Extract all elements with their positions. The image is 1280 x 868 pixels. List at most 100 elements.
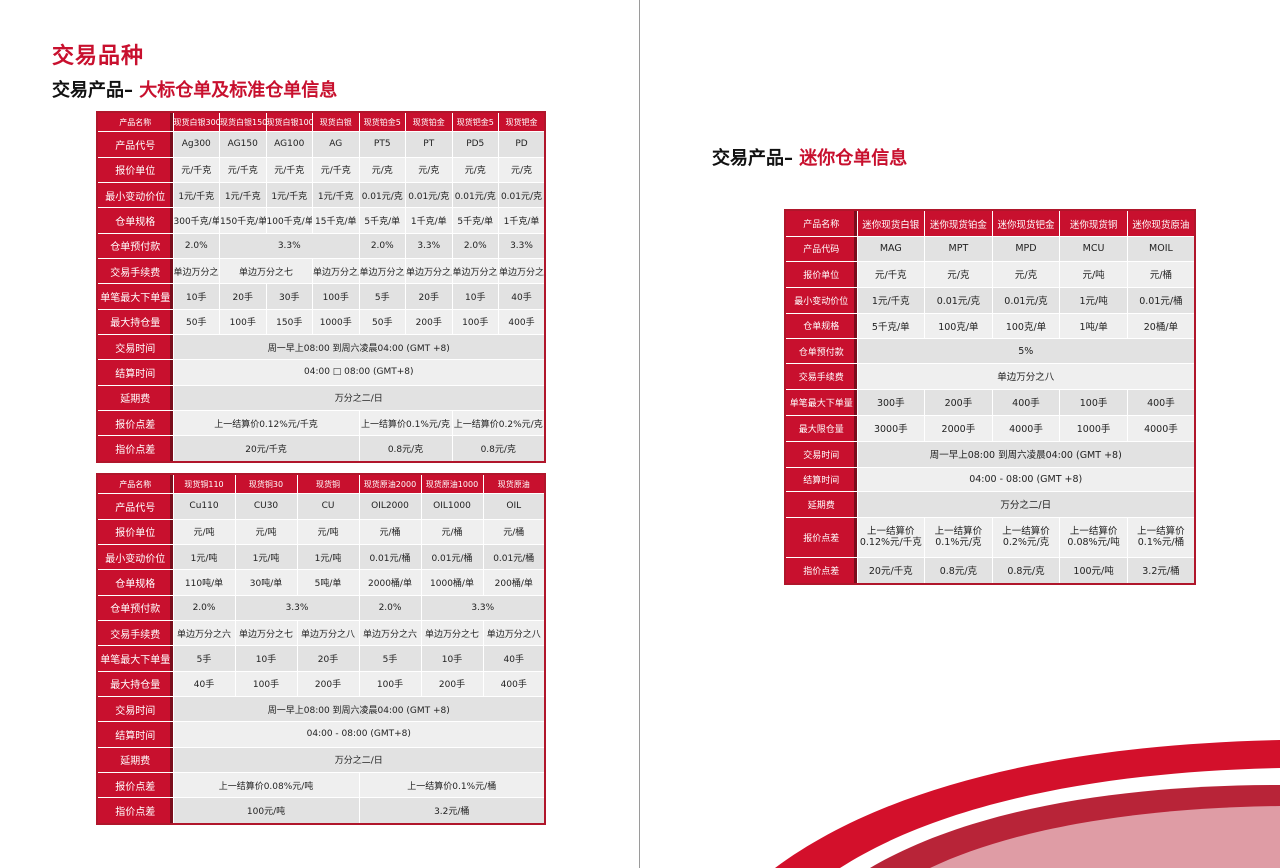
page-divider <box>639 0 640 868</box>
table-cell: 元/克 <box>451 156 499 183</box>
table-cell: AG150 <box>219 131 267 158</box>
table-row: 单笔最大下单量 10手 20手 30手 100手 5手 20手 10手 40手 <box>96 283 546 310</box>
row-label: 产品代号 <box>96 131 174 158</box>
table-cell: 0.01元/克 <box>991 286 1061 314</box>
row-label: 报价单位 <box>784 260 858 288</box>
table-cell: 400手 <box>498 308 546 335</box>
row-label: 延期费 <box>784 490 858 518</box>
table-cell: 0.01元/桶 <box>1126 286 1196 314</box>
row-label: 报价单位 <box>96 156 174 183</box>
table-cell: 2.0% <box>358 232 406 259</box>
table-cell: 3.3% <box>405 232 453 259</box>
table-cell: OIL1000 <box>420 493 484 520</box>
table-cell: 1元/千克 <box>172 181 220 209</box>
table-cell: 万分之二/日 <box>172 384 546 411</box>
table-cell: 周一早上08:00 到周六凌晨04:00 (GMT +8) <box>172 695 546 723</box>
table-cell: 150千克/单 <box>219 207 267 234</box>
table-cell: 2000手 <box>924 414 993 442</box>
table-row: 指价点差 20元/千克 0.8元/克 0.8元/克 <box>96 435 546 463</box>
table-cell: 04:00 □ 08:00 (GMT+8) <box>172 359 546 386</box>
table-cell: 400手 <box>991 388 1061 416</box>
row-label: 报价点差 <box>96 771 174 799</box>
table-cell: 0.01元/桶 <box>358 543 422 571</box>
row-label: 结算时间 <box>96 359 174 386</box>
table-cell: 10手 <box>420 645 484 672</box>
table-cell: 元/千克 <box>856 260 926 288</box>
table-cell: 上一结算价0.12%元/千克 <box>172 409 360 437</box>
table-cell: 单边万分之八 <box>498 257 546 285</box>
table-cell: 元/克 <box>498 156 546 183</box>
table-cell: 1千克/单 <box>498 207 546 234</box>
table-cell: 现货铜30 <box>234 473 298 495</box>
table-cell: 0.8元/克 <box>991 556 1061 585</box>
table-row: 报价单位 元/千克 元/克 元/克 元/吨 元/桶 <box>784 260 1196 288</box>
table-row: 最大持仓量 50手 100手 150手 1000手 50手 200手 100手 400手 <box>96 308 546 335</box>
table-cell: 现货原油 <box>482 473 546 495</box>
table-row: 延期费 万分之二/日 <box>784 490 1196 518</box>
table-row: 指价点差 100元/吨 3.2元/桶 <box>96 797 546 825</box>
table-cell: 单边万分之七 <box>234 619 298 647</box>
table-cell: 1000手 <box>312 308 360 335</box>
table-cell: 300手 <box>856 388 926 416</box>
table-cell: 04:00 - 08:00 (GMT +8) <box>856 466 1196 492</box>
row-label: 最小变动价位 <box>96 543 174 571</box>
table-cell: MPT <box>924 236 993 262</box>
row-label: 交易时间 <box>96 695 174 723</box>
table-row: 产品代号 Cu110 CU30 CU OIL2000 OIL1000 OIL <box>96 493 546 520</box>
table-cell: CU30 <box>234 493 298 520</box>
table-cell: 元/桶 <box>1126 260 1196 288</box>
table-cell: 现货铂金 <box>405 111 453 133</box>
table-cell: 现货原油1000 <box>420 473 484 495</box>
row-label: 结算时间 <box>784 466 858 492</box>
table-cell: 3000手 <box>856 414 926 442</box>
table-cell: 上一结算价 0.1%元/克 <box>924 516 993 558</box>
table-cell: 3.3% <box>420 594 546 621</box>
table-cell: 迷你现货原油 <box>1126 209 1196 238</box>
table-cell: 元/吨 <box>234 518 298 545</box>
table-cell: 周一早上08:00 到周六凌晨04:00 (GMT +8) <box>172 333 546 361</box>
table-cell: 100克/单 <box>924 312 993 340</box>
table-row: 最大限仓量 3000手 2000手 4000手 1000手 4000手 <box>784 414 1196 442</box>
table-cell: 迷你现货铂金 <box>924 209 993 238</box>
table-row: 产品名称 现货白银300 现货白银150 现货白银100 现货白银 现货铂金5 现货铂金 现货… <box>96 111 546 133</box>
table-cell: 20元/千克 <box>856 556 926 585</box>
table-row: 交易时间 周一早上08:00 到周六凌晨04:00 (GMT +8) <box>784 440 1196 468</box>
table-cell: 10手 <box>172 283 220 310</box>
table-row: 交易手续费 单边万分之八 <box>784 362 1196 390</box>
row-label: 延期费 <box>96 746 174 773</box>
table-row: 仓单规格 110吨/单 30吨/单 5吨/单 2000桶/单 1000桶/单 200桶/单 <box>96 569 546 596</box>
table-cell: 5千克/单 <box>856 312 926 340</box>
left-subtitle-prefix: 交易产品– <box>52 80 140 101</box>
table-cell: 现货铜 <box>296 473 360 495</box>
table-cell: 单边万分之七 <box>219 257 313 285</box>
table-row: 交易手续费 单边万分之六 单边万分之七 单边万分之八 单边万分之六 单边万分之七 单边万分之… <box>96 619 546 647</box>
row-label: 交易时间 <box>96 333 174 361</box>
table-cell: 上一结算价 0.08%元/吨 <box>1059 516 1128 558</box>
table-cell: AG <box>312 131 360 158</box>
table-row: 产品代码 MAG MPT MPD MCU MOIL <box>784 236 1196 262</box>
table-row: 结算时间 04:00 - 08:00 (GMT +8) <box>784 466 1196 492</box>
table-row: 延期费 万分之二/日 <box>96 384 546 411</box>
row-label: 仓单预付款 <box>96 594 174 621</box>
table-row: 指价点差 20元/千克 0.8元/克 0.8元/克 100元/吨 3.2元/桶 <box>784 556 1196 585</box>
table-cell: 5吨/单 <box>296 569 360 596</box>
table-cell: 100手 <box>1059 388 1128 416</box>
table-cell: 元/克 <box>405 156 453 183</box>
table-cell: 单边万分之六 <box>172 619 236 647</box>
table-cell: 2.0% <box>451 232 499 259</box>
table-cell: 20元/千克 <box>172 435 360 463</box>
table-cell: 0.8元/克 <box>451 435 546 463</box>
table-cell: 2000桶/单 <box>358 569 422 596</box>
row-label: 指价点差 <box>784 556 858 585</box>
page-title: 交易品种 <box>52 44 145 69</box>
table-cell: 元/克 <box>924 260 993 288</box>
row-label: 交易手续费 <box>784 362 858 390</box>
right-subtitle-highlight: 迷你仓单信息 <box>799 148 908 169</box>
table-cell: 元/克 <box>358 156 406 183</box>
table-row: 延期费 万分之二/日 <box>96 746 546 773</box>
table-cell: 04:00 - 08:00 (GMT+8) <box>172 721 546 748</box>
table-cell: 20手 <box>405 283 453 310</box>
table-cell: 0.01元/克 <box>498 181 546 209</box>
table-cell: 单边万分之六 <box>358 619 422 647</box>
table-row: 报价单位 元/千克 元/千克 元/千克 元/千克 元/克 元/克 元/克 元/克 <box>96 156 546 183</box>
